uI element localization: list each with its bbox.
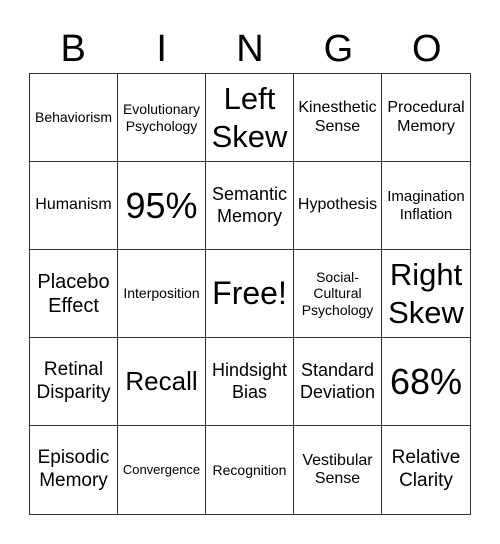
bingo-cell[interactable]: Behaviorism [30,74,118,162]
header-letter-g: G [323,28,354,70]
header-letter-n: N [236,28,264,70]
bingo-cell[interactable]: Social-Cultural Psychology [294,250,382,338]
bingo-cell[interactable]: Relative Clarity [382,426,470,514]
header-letter-o: O [412,28,442,70]
bingo-cell[interactable]: Standard Deviation [294,338,382,426]
header-letter-i: I [156,28,167,70]
bingo-cell[interactable]: Evolutionary Psychology [118,74,206,162]
bingo-cell[interactable]: Semantic Memory [206,162,294,250]
bingo-cell[interactable]: Hypothesis [294,162,382,250]
bingo-grid: Behaviorism Evolutionary Psychology Left… [29,73,471,515]
free-space[interactable]: Free! [206,250,294,338]
bingo-cell[interactable]: 68% [382,338,470,426]
bingo-cell[interactable]: Recall [118,338,206,426]
bingo-cell[interactable]: Interposition [118,250,206,338]
bingo-cell[interactable]: Procedural Memory [382,74,470,162]
bingo-cell[interactable]: Recognition [206,426,294,514]
bingo-cell[interactable]: Convergence [118,426,206,514]
bingo-cell[interactable]: Vestibular Sense [294,426,382,514]
bingo-cell[interactable]: 95% [118,162,206,250]
bingo-cell[interactable]: Right Skew [382,250,470,338]
bingo-cell[interactable]: Episodic Memory [30,426,118,514]
bingo-cell[interactable]: Retinal Disparity [30,338,118,426]
bingo-cell[interactable]: Placebo Effect [30,250,118,338]
header-letter-b: B [60,28,86,70]
bingo-cell[interactable]: Left Skew [206,74,294,162]
bingo-cell[interactable]: Hindsight Bias [206,338,294,426]
bingo-header: B I N G O [29,26,471,72]
bingo-cell[interactable]: Imagination Inflation [382,162,470,250]
bingo-cell[interactable]: Kinesthetic Sense [294,74,382,162]
bingo-cell[interactable]: Humanism [30,162,118,250]
